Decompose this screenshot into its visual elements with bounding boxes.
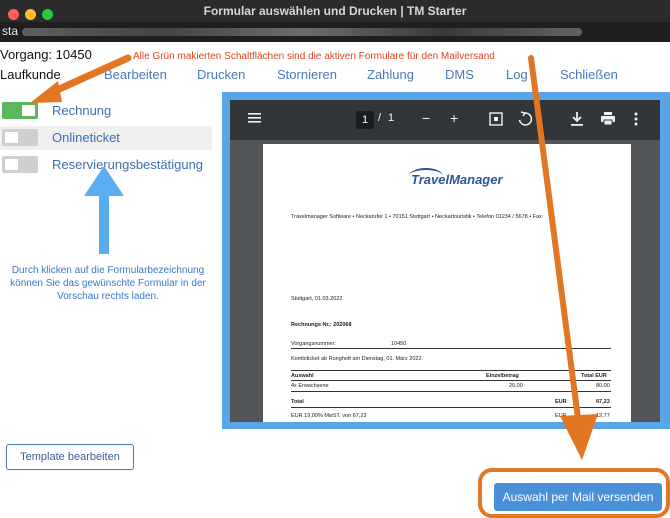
pdf-description: Kombiticket ab Runghott am Dienstag, 01.… xyxy=(291,356,422,362)
minimize-window-button[interactable] xyxy=(25,9,36,20)
pdf-tax-value: 12,77 xyxy=(596,413,610,419)
form-item-reservierung[interactable]: Reservierungsbestätigung xyxy=(0,153,212,177)
window-title: Formular auswählen und Drucken | TM Star… xyxy=(203,4,467,18)
pdf-row-item: 4x Erwachsene xyxy=(291,383,329,389)
url-bar[interactable]: sta xyxy=(0,22,670,42)
download-icon[interactable] xyxy=(570,111,584,130)
page-separator: / xyxy=(378,112,382,124)
pdf-address: Travelmanager Software • Neckarufer 1 • … xyxy=(291,214,542,220)
menu-bearbeiten[interactable]: Bearbeiten xyxy=(104,67,167,82)
pdf-total-value: 67,23 xyxy=(596,399,610,405)
instruction-text: Durch klicken auf die Formularbezeichnun… xyxy=(10,265,206,302)
menu-log[interactable]: Log xyxy=(506,67,528,82)
url-prefix: sta xyxy=(2,24,19,38)
fit-page-icon[interactable] xyxy=(489,112,503,129)
pdf-row-single: 20,00 xyxy=(509,383,523,389)
template-edit-button[interactable]: Template bearbeiten xyxy=(6,444,134,470)
toggle-reservierung[interactable] xyxy=(2,156,38,173)
pdf-invoice-no: Rechnungs Nr.: 202068 xyxy=(291,322,352,328)
form-label-rechnung[interactable]: Rechnung xyxy=(52,103,111,118)
pdf-th-auswahl: Auswahl xyxy=(291,373,314,379)
menu-bar: Bearbeiten Drucken Stornieren Zahlung DM… xyxy=(0,64,670,86)
print-icon[interactable] xyxy=(600,112,616,129)
hint-text: Alle Grün makierten Schaltflächen sind d… xyxy=(133,51,495,62)
toggle-onlineticket[interactable] xyxy=(2,129,38,146)
hamburger-menu-icon[interactable] xyxy=(248,111,262,128)
pdf-total-currency: EUR xyxy=(555,399,567,405)
pdf-date: Stuttgart, 01.03.2022 xyxy=(291,296,343,302)
travelmanager-logo: TravelManager xyxy=(411,172,503,187)
maximize-window-button[interactable] xyxy=(42,9,53,20)
page-total: 1 xyxy=(388,112,395,124)
blurred-url xyxy=(22,28,582,36)
menu-schliessen[interactable]: Schließen xyxy=(560,67,618,82)
pdf-vorgang-value: 10450 xyxy=(391,341,407,347)
form-item-onlineticket[interactable]: Onlineticket xyxy=(0,126,212,150)
pdf-th-einzel: Einzelbetrag xyxy=(486,373,519,379)
zoom-in-button[interactable]: + xyxy=(450,110,458,126)
vorgang-label: Vorgang: 10450 xyxy=(0,47,92,62)
toggle-rechnung[interactable] xyxy=(2,102,38,119)
form-item-rechnung[interactable]: Rechnung xyxy=(0,99,212,123)
zoom-out-button[interactable]: − xyxy=(422,110,430,126)
send-mail-button[interactable]: Auswahl per Mail versenden xyxy=(494,483,662,511)
window-titlebar: Formular auswählen und Drucken | TM Star… xyxy=(0,0,670,22)
form-label-reservierung[interactable]: Reservierungsbestätigung xyxy=(52,157,203,172)
pdf-viewer[interactable]: 1 / 1 − + TravelManager Travelmanager So… xyxy=(230,100,660,422)
pdf-tax-label: EUR 19,00% MwST. von 67,23 xyxy=(291,413,367,419)
rotate-icon[interactable] xyxy=(517,111,533,130)
menu-drucken[interactable]: Drucken xyxy=(197,67,245,82)
pdf-row-total: 80,00 xyxy=(596,383,610,389)
pdf-total-label: Total xyxy=(291,399,304,405)
close-window-button[interactable] xyxy=(8,9,19,20)
menu-zahlung[interactable]: Zahlung xyxy=(367,67,414,82)
pdf-toolbar: 1 / 1 − + xyxy=(230,100,660,140)
pdf-th-total: Total EUR xyxy=(581,373,607,379)
pdf-page: TravelManager Travelmanager Software • N… xyxy=(263,144,631,422)
form-label-onlineticket[interactable]: Onlineticket xyxy=(52,130,120,145)
menu-stornieren[interactable]: Stornieren xyxy=(277,67,337,82)
page-number-input[interactable]: 1 xyxy=(356,111,374,129)
pdf-vorgang-label: Vorgangsnummer: xyxy=(291,341,336,347)
menu-dms[interactable]: DMS xyxy=(445,67,474,82)
more-options-icon[interactable] xyxy=(634,112,638,129)
blue-arrow-up-icon xyxy=(84,166,124,254)
pdf-tax-currency: EUR xyxy=(555,413,567,419)
